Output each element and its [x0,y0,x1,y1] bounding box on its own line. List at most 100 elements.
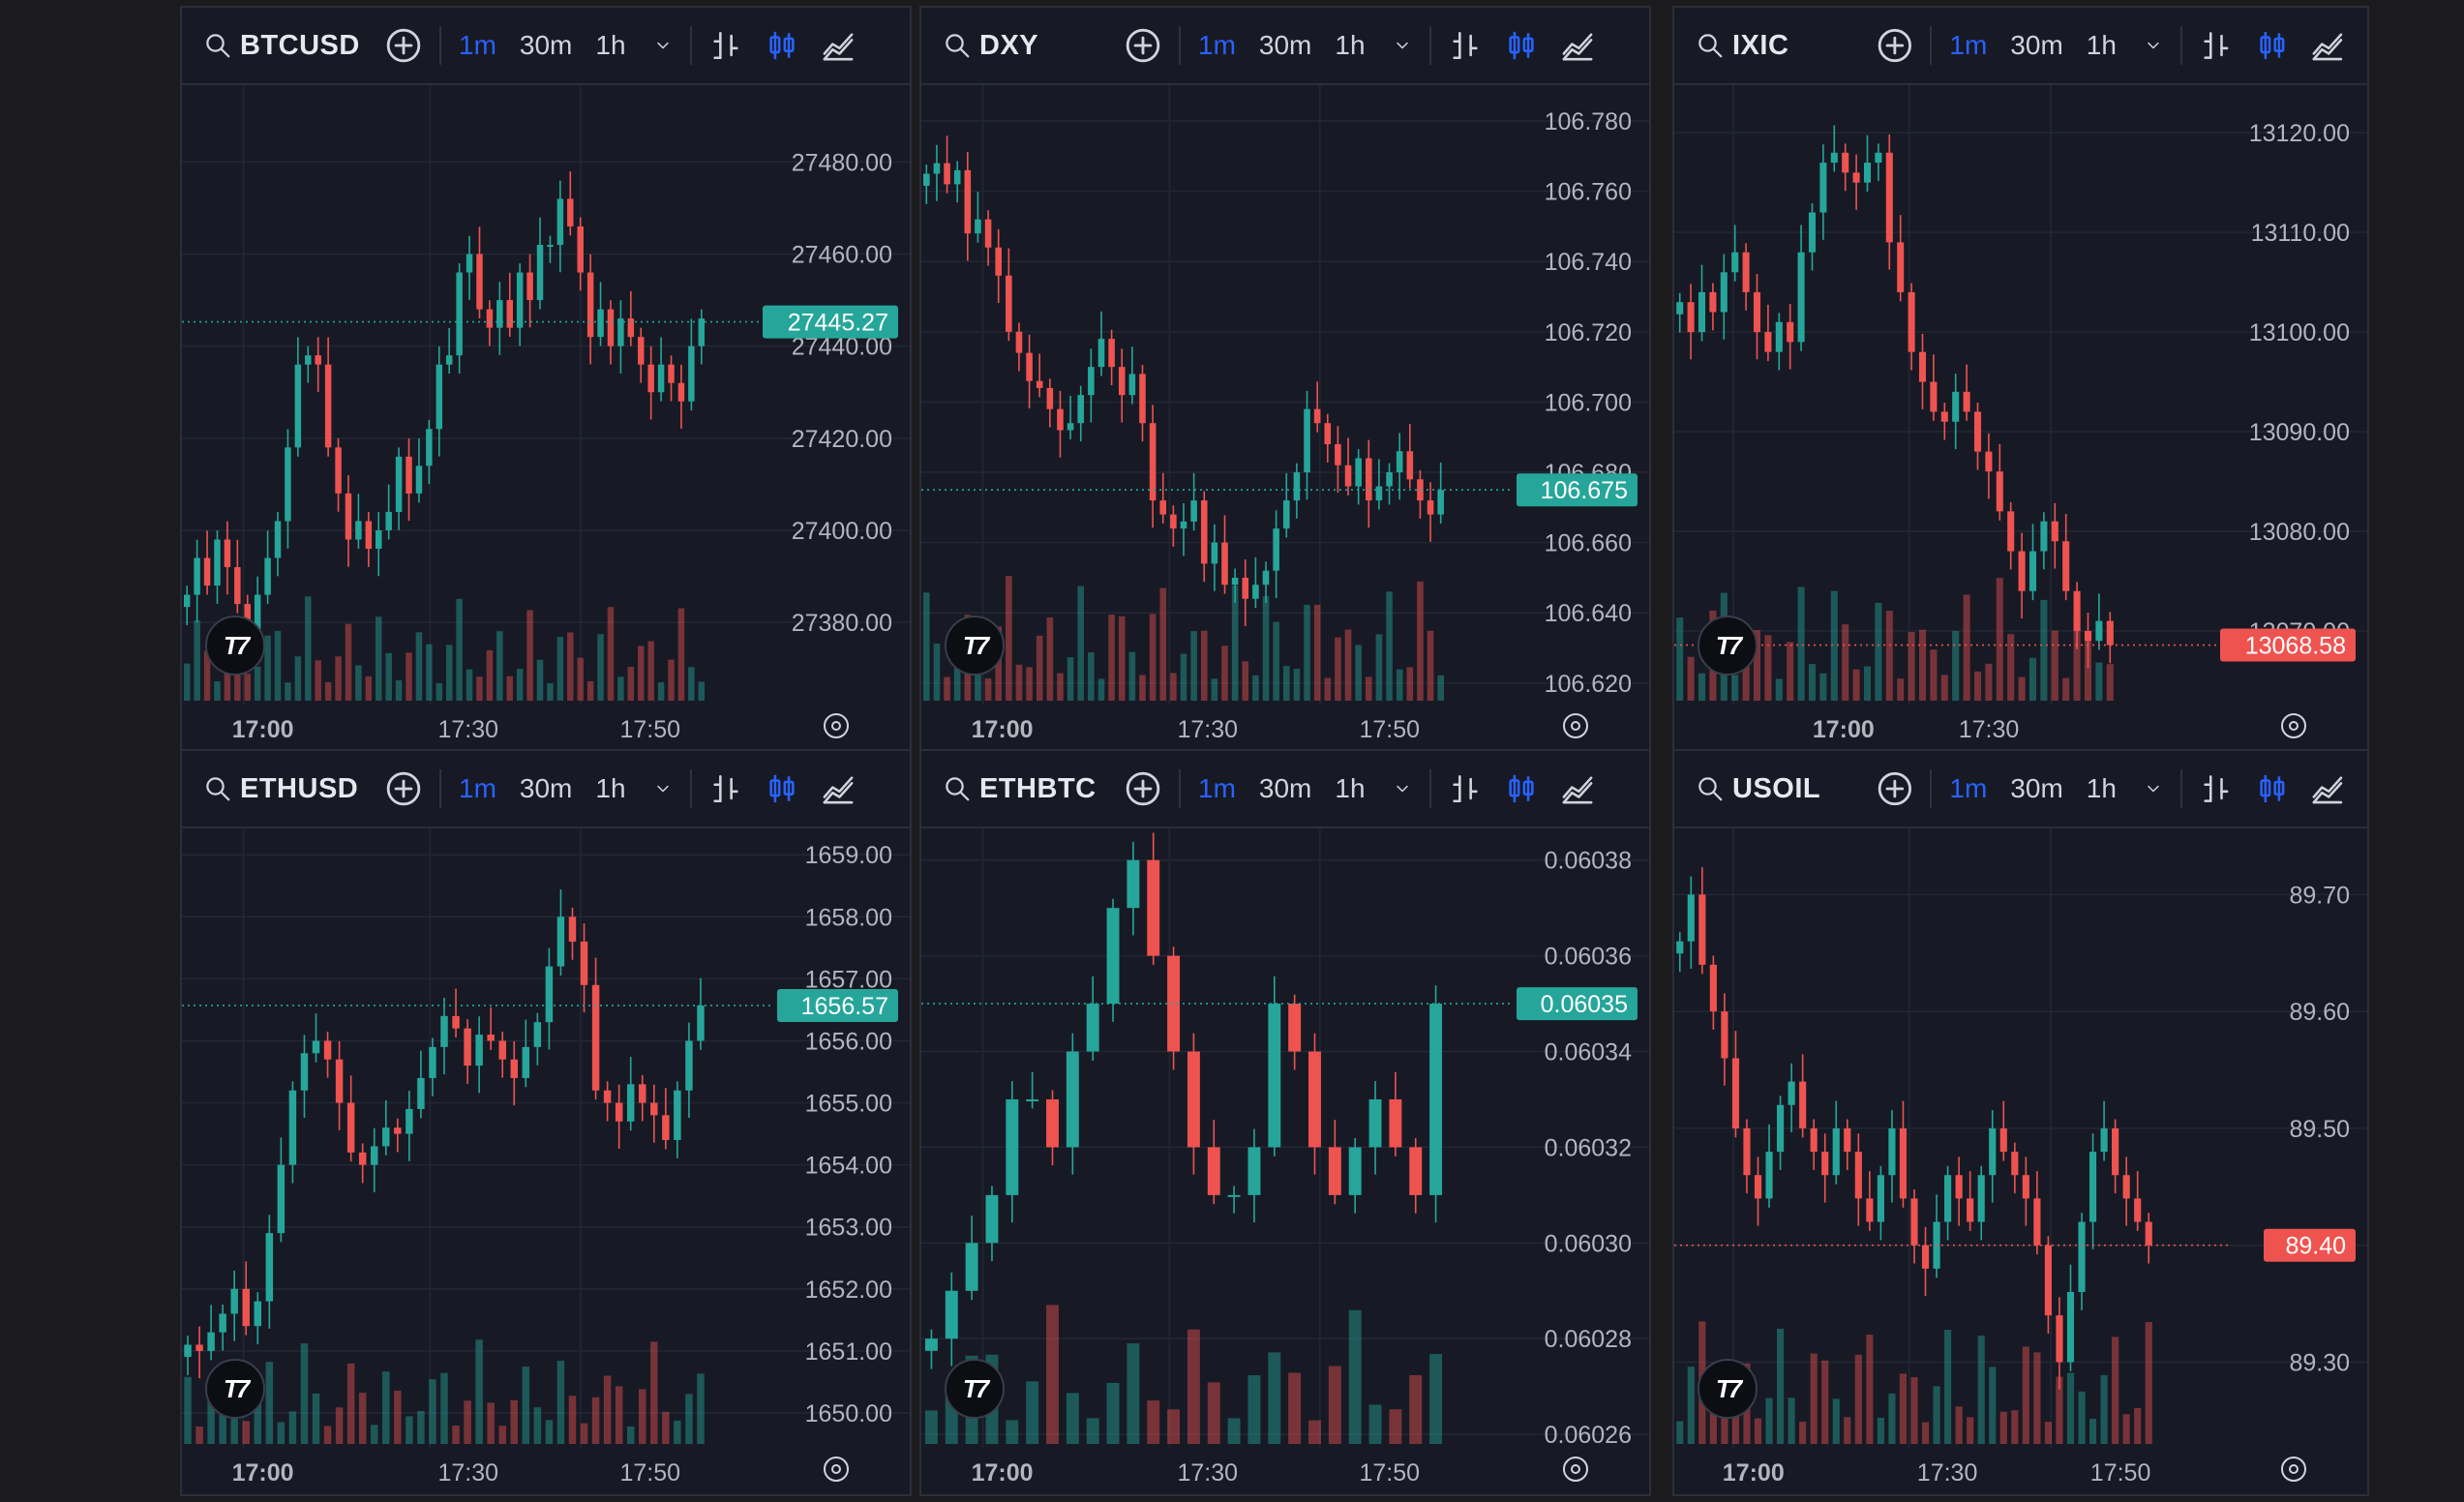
settings-gear-icon[interactable] [824,1457,849,1482]
bar-chart-icon[interactable] [1449,29,1482,62]
settings-gear-icon[interactable] [1563,1457,1588,1482]
interval-button-1h[interactable]: 1h [1335,773,1365,804]
chart-plot-area[interactable]: 13120.00 13110.00 13100.00 13090.00 13080.00… [1674,85,2367,751]
interval-button-1m[interactable]: 1m [1198,773,1236,804]
symbol-search-button[interactable]: DXY [943,30,1115,62]
candle-body [498,1040,506,1060]
candle-chart-icon[interactable] [1505,29,1538,62]
volume-bar [1687,656,1695,701]
symbol-search-button[interactable]: USOIL [1696,773,1867,805]
bar-chart-icon[interactable] [2200,772,2233,805]
volume-bar [650,1341,658,1444]
interval-button-1m[interactable]: 1m [1198,30,1236,61]
candle-chart-icon[interactable] [2256,772,2289,805]
tradingview-logo-icon[interactable]: T7 [205,616,265,676]
chart-plot-area[interactable]: 1659.00 1658.00 1657.00 1656.00 1655.00 1654.… [182,828,910,1494]
interval-button-1m[interactable]: 1m [459,773,496,804]
chevron-down-icon[interactable] [653,779,673,798]
chevron-down-icon[interactable] [653,36,673,55]
area-chart-icon[interactable] [1561,29,1594,62]
chevron-down-icon[interactable] [1393,36,1412,55]
interval-button-1h[interactable]: 1h [2087,773,2117,804]
bar-chart-icon[interactable] [709,772,742,805]
candle-body [1899,1127,1908,1199]
add-symbol-icon[interactable] [1125,27,1161,64]
volume-bar [1788,1397,1795,1444]
candle-body [522,1046,530,1078]
chevron-down-icon[interactable] [2144,779,2163,798]
volume-bar [1877,1417,1884,1444]
area-chart-icon[interactable] [2311,29,2344,62]
volume-bar [1908,632,1915,701]
volume-bar [1242,661,1249,701]
candle-chart-icon[interactable] [2256,29,2289,62]
candle-body [1687,302,1695,333]
interval-button-1h[interactable]: 1h [595,773,625,804]
last-price-label: 27445.27 [788,310,888,337]
candle-chart-icon[interactable] [766,29,798,62]
tradingview-logo-icon[interactable]: T7 [1698,616,1758,676]
interval-button-30m[interactable]: 30m [520,30,572,61]
candle-body [1128,374,1136,396]
interval-button-1m[interactable]: 1m [1949,30,1987,61]
candle-body [1753,291,1761,333]
candle-body [650,1102,658,1116]
settings-gear-icon[interactable] [2281,713,2306,738]
interval-button-30m[interactable]: 30m [1259,30,1311,61]
area-chart-icon[interactable] [1561,772,1594,805]
candle-body [603,1090,612,1103]
chart-plot-area[interactable]: 106.780 106.760 106.740 106.720 106.700 106.6… [921,85,1649,751]
symbol-search-button[interactable]: IXIC [1696,30,1867,62]
area-chart-icon[interactable] [822,772,855,805]
volume-bar [1389,1409,1402,1444]
add-symbol-icon[interactable] [385,770,422,807]
tradingview-logo-icon[interactable]: T7 [945,1359,1005,1419]
interval-button-30m[interactable]: 30m [2010,30,2062,61]
bar-chart-icon[interactable] [2200,29,2233,62]
interval-button-1h[interactable]: 1h [1335,30,1365,61]
volume-bar [580,1423,588,1444]
candle-chart-icon[interactable] [766,772,798,805]
chevron-down-icon[interactable] [2144,36,2163,55]
x-axis-tick-label: 17:00 [1723,1459,1785,1487]
symbol-search-button[interactable]: ETHBTC [943,773,1115,805]
candle-body [385,511,392,530]
candle-body [2078,1221,2086,1292]
interval-button-30m[interactable]: 30m [520,773,572,804]
candle-body [1777,1104,1785,1153]
candle-body [1077,395,1085,424]
chevron-down-icon[interactable] [1393,779,1412,798]
add-symbol-icon[interactable] [1877,770,1913,807]
interval-button-30m[interactable]: 30m [1259,773,1311,804]
chart-panel-ethbtc: ETHBTC 1m 30m 1h 0.06038 0.06036 0.06034 0.0603… [919,749,1651,1496]
add-symbol-icon[interactable] [1125,770,1161,807]
interval-button-1m[interactable]: 1m [1949,773,1987,804]
interval-button-1h[interactable]: 1h [2087,30,2117,61]
interval-button-30m[interactable]: 30m [2010,773,2062,804]
area-chart-icon[interactable] [822,29,855,62]
add-symbol-icon[interactable] [1877,27,1913,64]
candle-chart-icon[interactable] [1505,772,1538,805]
tradingview-logo-icon[interactable]: T7 [945,616,1005,676]
y-axis-tick-label: 13090.00 [2249,419,2350,446]
volume-bar [1930,649,1938,701]
symbol-search-button[interactable]: ETHUSD [203,773,376,805]
bar-chart-icon[interactable] [709,29,742,62]
tradingview-logo-icon[interactable]: T7 [205,1359,265,1419]
interval-button-1m[interactable]: 1m [459,30,496,61]
tradingview-logo-icon[interactable]: T7 [1698,1359,1758,1419]
candle-body [224,539,231,568]
candle-body [556,916,565,967]
settings-gear-icon[interactable] [824,713,849,738]
symbol-search-button[interactable]: BTCUSD [203,30,376,62]
chart-plot-area[interactable]: 27480.00 27460.00 27440.00 27420.00 27400.00… [182,85,910,751]
settings-gear-icon[interactable] [2281,1457,2306,1482]
bar-chart-icon[interactable] [1449,772,1482,805]
interval-button-1h[interactable]: 1h [595,30,625,61]
chart-plot-area[interactable]: 0.06038 0.06036 0.06034 0.06032 0.06030 0.060… [921,828,1649,1494]
chart-plot-area[interactable]: 89.7089.6089.5089.4089.3089.4017:0017:30… [1674,828,2367,1494]
area-chart-icon[interactable] [2311,772,2344,805]
candle-body [586,272,594,338]
settings-gear-icon[interactable] [1563,713,1588,738]
add-symbol-icon[interactable] [385,27,422,64]
